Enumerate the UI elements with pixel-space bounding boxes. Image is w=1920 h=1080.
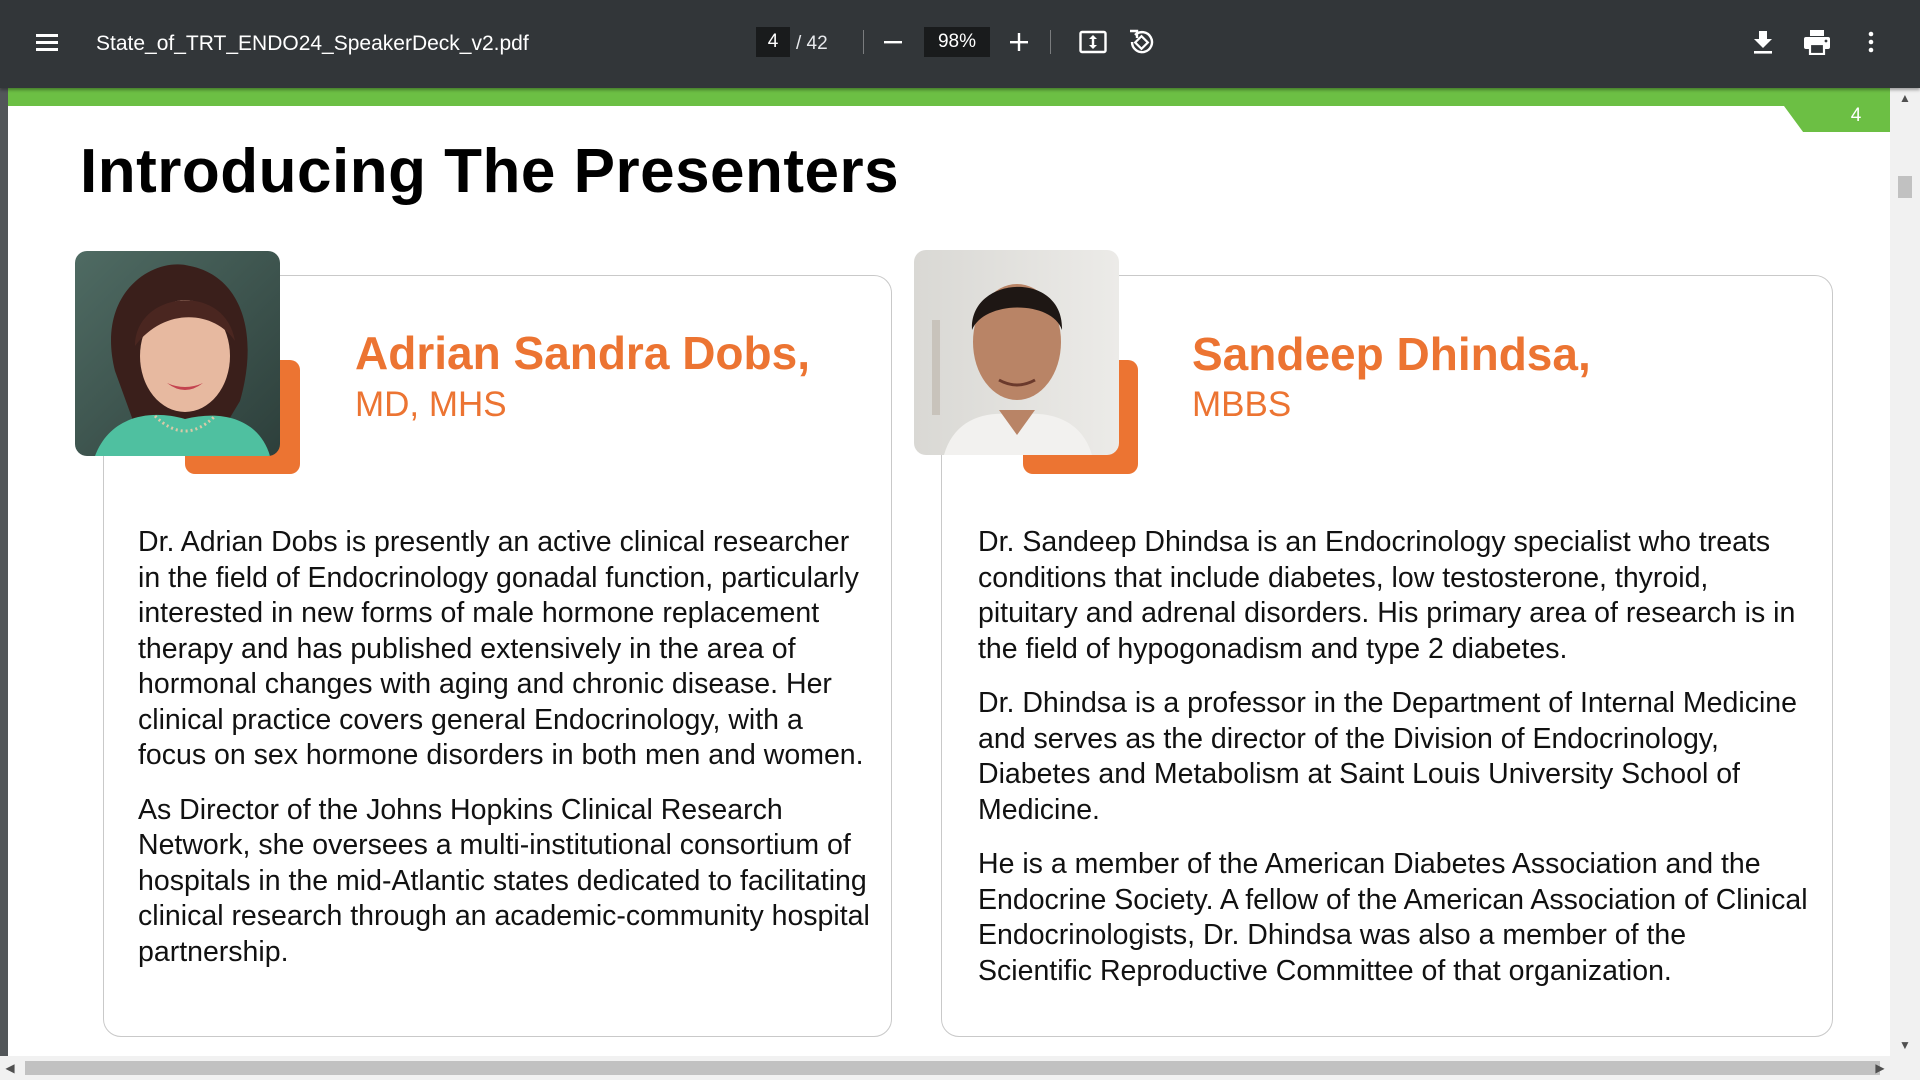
horizontal-scrollbar[interactable]: ◀ ▶	[0, 1056, 1920, 1080]
menu-icon-line	[36, 48, 58, 51]
pdf-page: 4 Introducing The Presenters Adrian Sand…	[8, 88, 1890, 1056]
print-button[interactable]	[1797, 22, 1837, 62]
portrait-image	[914, 250, 1119, 455]
menu-icon	[36, 34, 58, 37]
zoom-level-input[interactable]	[924, 27, 990, 57]
scroll-right-arrow-icon[interactable]: ▶	[1870, 1061, 1890, 1075]
toolbar-divider	[1050, 30, 1051, 54]
scroll-left-arrow-icon[interactable]: ◀	[0, 1061, 20, 1075]
presenter-name-dhindsa: Sandeep Dhindsa,	[1192, 328, 1591, 380]
vertical-scrollbar[interactable]: ▲ ▼	[1890, 88, 1920, 1056]
plus-icon	[1010, 33, 1028, 51]
toolbar-divider	[863, 30, 864, 54]
more-vert-icon	[1868, 31, 1874, 53]
header-bar	[8, 88, 1890, 106]
menu-button[interactable]	[30, 30, 64, 58]
presenter-name-dobs: Adrian Sandra Dobs,	[355, 327, 810, 379]
presenter-bio-dobs: Dr. Adrian Dobs is presently an active c…	[138, 525, 873, 989]
rotate-button[interactable]	[1121, 22, 1161, 62]
presenter-credentials-dobs: MD, MHS	[355, 385, 507, 424]
zoom-out-button[interactable]	[873, 22, 913, 62]
page-number-input[interactable]	[756, 27, 790, 57]
bio-paragraph: Dr. Adrian Dobs is presently an active c…	[138, 526, 864, 771]
bio-paragraph: Dr. Sandeep Dhindsa is an Endocrinology …	[978, 526, 1796, 665]
minus-icon	[884, 41, 902, 44]
slide-page-number: 4	[1850, 105, 1862, 126]
vertical-scroll-thumb[interactable]	[1898, 176, 1912, 198]
scroll-down-arrow-icon[interactable]: ▼	[1890, 1038, 1920, 1052]
presenter-photo-dhindsa	[914, 250, 1119, 455]
print-icon	[1804, 30, 1830, 55]
pdf-toolbar: State_of_TRT_ENDO24_SpeakerDeck_v2.pdf /…	[0, 0, 1920, 88]
document-title: State_of_TRT_ENDO24_SpeakerDeck_v2.pdf	[96, 32, 529, 55]
more-options-button[interactable]	[1851, 22, 1891, 62]
bio-paragraph: He is a member of the American Diabetes …	[978, 848, 1808, 987]
bio-paragraph: As Director of the Johns Hopkins Clinica…	[138, 793, 870, 968]
zoom-in-button[interactable]	[999, 22, 1039, 62]
presenter-credentials-dhindsa: MBBS	[1192, 385, 1292, 424]
portrait-image	[75, 251, 280, 456]
rotate-icon	[1130, 29, 1154, 54]
slide-title: Introducing The Presenters	[80, 137, 900, 206]
download-icon	[1754, 31, 1772, 54]
page-total: / 42	[796, 33, 828, 54]
menu-icon-line	[36, 41, 58, 44]
horizontal-scroll-thumb[interactable]	[25, 1061, 1880, 1075]
scroll-up-arrow-icon[interactable]: ▲	[1890, 91, 1920, 105]
presenter-bio-dhindsa: Dr. Sandeep Dhindsa is an Endocrinology …	[978, 525, 1808, 1008]
fit-page-icon	[1079, 30, 1107, 54]
fit-to-page-button[interactable]	[1073, 22, 1113, 62]
download-button[interactable]	[1743, 22, 1783, 62]
bio-paragraph: Dr. Dhindsa is a professor in the Depart…	[978, 687, 1797, 826]
presenter-photo-dobs	[75, 251, 280, 456]
